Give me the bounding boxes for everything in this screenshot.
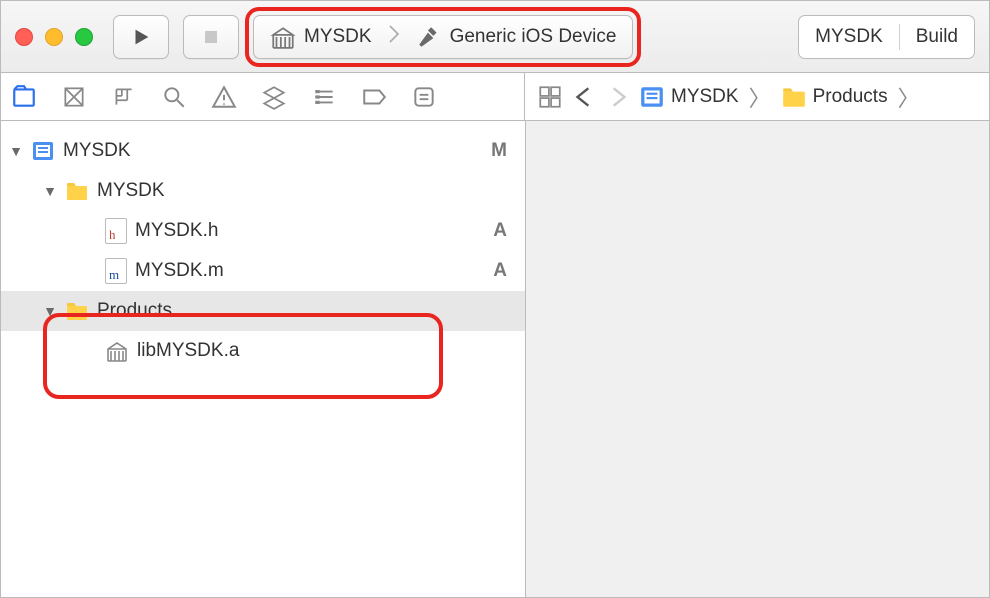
hammer-icon	[416, 24, 442, 50]
go-back-icon[interactable]	[571, 84, 597, 110]
chevron-right-icon	[388, 22, 400, 52]
tree-item-label: MYSDK.m	[135, 260, 485, 282]
impl-file-icon: m	[105, 258, 127, 284]
divider	[899, 24, 900, 50]
disclosure-triangle-icon[interactable]: ▼	[9, 143, 23, 159]
library-icon	[270, 24, 296, 50]
navigator-selector-bar	[1, 73, 525, 120]
file-tree: ▼ MYSDK M ▼ MYSDK h MYSDK.h A	[1, 121, 525, 371]
run-button[interactable]	[113, 15, 169, 59]
source-control-navigator-icon[interactable]	[61, 84, 87, 110]
main-area: ▼ MYSDK M ▼ MYSDK h MYSDK.h A	[1, 121, 989, 597]
header-file-icon: h	[105, 218, 127, 244]
chevron-right-icon: 〉	[747, 81, 773, 113]
tree-folder-row-products[interactable]: ▼ Products	[1, 291, 525, 331]
minimize-window-button[interactable]	[45, 28, 63, 46]
project-icon	[31, 139, 55, 163]
zoom-window-button[interactable]	[75, 28, 93, 46]
tree-project-row[interactable]: ▼ MYSDK M	[1, 131, 525, 171]
report-navigator-icon[interactable]	[411, 84, 437, 110]
project-icon	[639, 84, 665, 110]
jumpbar-project-label: MYSDK	[671, 86, 739, 108]
tree-item-label: MYSDK.h	[135, 220, 485, 242]
tree-file-row[interactable]: m MYSDK.m A	[1, 251, 525, 291]
scheme-destination[interactable]: Generic iOS Device	[400, 24, 633, 50]
scheme-target[interactable]: MYSDK	[254, 24, 388, 50]
test-navigator-icon[interactable]	[261, 84, 287, 110]
window-traffic-lights	[15, 28, 93, 46]
related-items-icon[interactable]	[537, 84, 563, 110]
tree-item-label: Products	[97, 300, 507, 322]
close-window-button[interactable]	[15, 28, 33, 46]
tree-product-row[interactable]: libMYSDK.a	[1, 331, 525, 371]
find-navigator-icon[interactable]	[161, 84, 187, 110]
scm-status-badge: A	[493, 260, 507, 282]
editor-area	[526, 121, 989, 597]
folder-icon	[65, 299, 89, 323]
library-icon	[105, 339, 129, 363]
activity-secondary-label: Build	[916, 26, 958, 48]
folder-icon	[781, 84, 807, 110]
jumpbar-folder-label: Products	[813, 86, 888, 108]
tree-item-label: MYSDK	[97, 180, 507, 202]
go-forward-icon[interactable]	[605, 84, 631, 110]
scheme-destination-label: Generic iOS Device	[450, 26, 617, 48]
tree-item-label: libMYSDK.a	[137, 340, 507, 362]
scheme-selector[interactable]: MYSDK Generic iOS Device	[253, 15, 633, 59]
breakpoint-navigator-icon[interactable]	[361, 84, 387, 110]
main-toolbar: MYSDK Generic iOS Device MYSDK Build	[1, 1, 989, 73]
tree-item-label: MYSDK	[63, 140, 483, 162]
project-navigator: ▼ MYSDK M ▼ MYSDK h MYSDK.h A	[1, 121, 526, 597]
disclosure-triangle-icon[interactable]: ▼	[43, 183, 57, 199]
issue-navigator-icon[interactable]	[211, 84, 237, 110]
jumpbar-folder[interactable]: Products	[781, 84, 888, 110]
folder-icon	[65, 179, 89, 203]
debug-navigator-icon[interactable]	[311, 84, 337, 110]
stop-button[interactable]	[183, 15, 239, 59]
jump-bar: MYSDK 〉 Products 〉	[525, 73, 989, 120]
activity-primary-label: MYSDK	[815, 26, 883, 48]
tree-folder-row[interactable]: ▼ MYSDK	[1, 171, 525, 211]
scm-status-badge: M	[491, 140, 507, 162]
symbol-navigator-icon[interactable]	[111, 84, 137, 110]
project-navigator-icon[interactable]	[11, 84, 37, 110]
tree-file-row[interactable]: h MYSDK.h A	[1, 211, 525, 251]
scm-status-badge: A	[493, 220, 507, 242]
activity-viewer[interactable]: MYSDK Build	[798, 15, 975, 59]
disclosure-triangle-icon[interactable]: ▼	[43, 303, 57, 319]
jumpbar-project[interactable]: MYSDK	[639, 84, 739, 110]
scheme-target-label: MYSDK	[304, 26, 372, 48]
navigator-and-jumpbar: MYSDK 〉 Products 〉	[1, 73, 989, 121]
chevron-right-icon: 〉	[896, 81, 922, 113]
